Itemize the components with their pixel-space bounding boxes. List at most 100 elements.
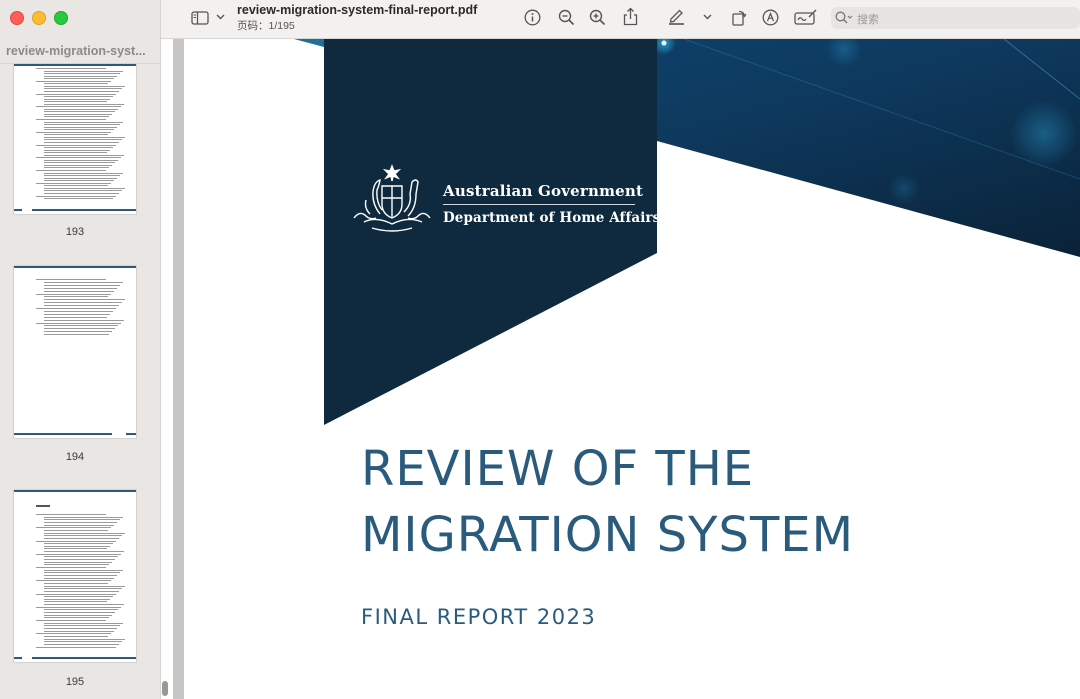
thumbnail-text-line	[36, 567, 106, 568]
thumbnail-text-line	[44, 83, 108, 85]
thumbnail-text-line	[36, 553, 121, 555]
thumbnail-text-line	[44, 545, 110, 547]
thumbnail-footer-rule	[14, 433, 112, 435]
thumbnail-text-line	[44, 164, 112, 166]
thumbnail-text-line	[44, 556, 118, 558]
thumbnail-text-line	[44, 302, 122, 304]
sidebar-document-title: review-migration-syst...	[6, 44, 146, 58]
thumbnail-text-line	[36, 106, 121, 108]
thumbnail-text-line	[44, 299, 125, 301]
thumbnail-rule	[14, 266, 136, 268]
thumbnail-text-line	[44, 124, 120, 126]
thumbnail-text-line	[44, 643, 119, 645]
thumbnail-text-line	[44, 152, 107, 154]
document-view[interactable]: Australian Government Department of Home…	[173, 39, 1080, 699]
thumbnail-text-line	[36, 308, 116, 309]
thumbnail-footer-rule	[126, 433, 136, 435]
thumbnail-text-line	[44, 111, 115, 113]
report-title-line-1: REVIEW OF THE	[361, 441, 755, 497]
share-icon[interactable]	[622, 6, 638, 26]
thumbnail-text-line	[44, 609, 118, 611]
report-title-line-2: MIGRATION SYSTEM	[361, 507, 855, 563]
markup-icon[interactable]	[761, 8, 779, 26]
department-name: Department of Home Affairs	[443, 210, 661, 226]
thumbnail-text-line	[44, 90, 119, 92]
thumbnail-text-line	[44, 543, 113, 545]
search-input[interactable]	[855, 9, 1069, 29]
thumbnail-text-line	[44, 582, 108, 584]
thumbnail-text-line	[44, 604, 124, 606]
thumbnail-text-line	[36, 606, 121, 608]
thumbnail-text-line	[36, 322, 121, 324]
search-field[interactable]	[831, 7, 1080, 29]
thumbnail-text-line	[44, 516, 123, 518]
thumbnail-text-line	[44, 617, 109, 619]
thumbnail-text-line	[36, 182, 111, 184]
thumbnail-text-line	[44, 98, 110, 100]
close-window-button[interactable]	[10, 11, 24, 25]
thumbnail-text-line	[44, 85, 125, 87]
sidebar-toggle-icon[interactable]	[191, 9, 209, 27]
info-icon[interactable]	[523, 8, 541, 26]
zoom-out-icon[interactable]	[557, 8, 575, 26]
rotate-icon[interactable]	[731, 8, 747, 26]
thumbnail-heading-line	[36, 505, 50, 507]
thumbnail-text-line	[44, 75, 117, 77]
thumbnail-text-line	[36, 170, 106, 171]
thumbnail-text-line	[44, 328, 115, 330]
chevron-down-icon[interactable]	[215, 12, 225, 22]
government-name: Australian Government	[443, 182, 644, 200]
thumbnail-text-line	[44, 535, 122, 537]
thumbnail-text-line	[36, 540, 116, 542]
page-thumbnail-label: 193	[65, 226, 85, 238]
report-subtitle: FINAL REPORT 2023	[361, 605, 597, 629]
page-thumbnail-194[interactable]	[14, 266, 136, 438]
thumbnail-text-line	[44, 316, 107, 318]
thumbnail-text-line	[44, 627, 117, 629]
sidebar-scrollbar[interactable]	[162, 681, 168, 696]
thumbnail-text-line	[44, 149, 110, 151]
thumbnail-text-line	[44, 612, 115, 614]
thumbnail-text-line	[36, 68, 106, 69]
thumbnail-text-line	[44, 187, 125, 189]
thumbnail-text-line	[44, 139, 122, 141]
thumbnail-text-line	[44, 296, 108, 298]
thumbnail-text-line	[44, 177, 117, 179]
thumbnail-text-line	[44, 569, 123, 571]
search-icon	[835, 11, 853, 30]
thumbnail-text-line	[44, 630, 114, 632]
thumbnail-text-line	[36, 620, 106, 621]
fullscreen-window-button[interactable]	[54, 11, 68, 25]
thumbnail-text-line	[44, 625, 120, 627]
thumbnail-text-line	[44, 574, 117, 576]
thumbnail-footer-rule	[14, 657, 22, 659]
thumbnail-text-line	[44, 162, 115, 164]
thumbnail-text-line	[44, 641, 122, 643]
page-thumbnail-195[interactable]	[14, 490, 136, 662]
chevron-down-icon[interactable]	[702, 12, 712, 22]
thumbnail-text-line	[36, 144, 116, 146]
toolbar: review-migration-system-final-report.pdf…	[161, 0, 1080, 39]
minimize-window-button[interactable]	[32, 11, 46, 25]
window-controls	[10, 11, 68, 25]
thumbnail-text-line	[44, 521, 117, 523]
thumbnail-text-line	[44, 548, 107, 550]
thumbnail-text-line	[44, 577, 114, 579]
zoom-in-icon[interactable]	[588, 8, 606, 26]
thumbnail-text-line	[44, 313, 110, 315]
thumbnail-text-line	[44, 572, 120, 574]
thumbnail-text-line	[44, 185, 108, 187]
signature-icon[interactable]	[794, 8, 818, 26]
thumbnail-text-line	[44, 622, 123, 624]
thumbnail-text-line	[44, 334, 109, 336]
page-thumbnail-193[interactable]	[14, 64, 136, 214]
thumbnail-text-line	[36, 646, 116, 648]
highlight-pen-icon[interactable]	[667, 7, 685, 25]
thumbnail-text-line	[44, 96, 113, 98]
thumbnail-text-line	[44, 159, 118, 161]
page-indicator: 页码：1/195	[237, 20, 295, 32]
thumbnail-text-line	[44, 129, 114, 131]
thumbnail-text-line	[44, 529, 108, 531]
thumbnail-footer-rule	[32, 657, 136, 659]
thumbnail-text-line	[36, 593, 116, 595]
